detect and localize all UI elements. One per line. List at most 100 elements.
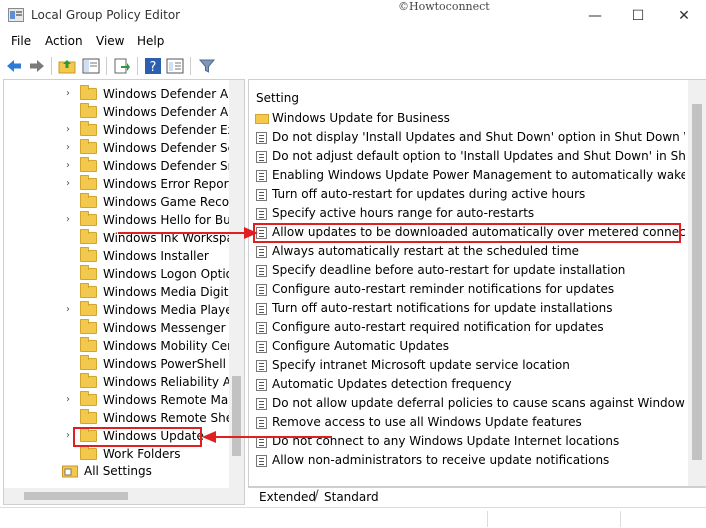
setting-row[interactable]: Configure auto-restart required notifica… bbox=[249, 318, 685, 337]
back-arrow-icon[interactable] bbox=[5, 57, 23, 75]
folder-icon bbox=[80, 301, 97, 316]
chevron-right-icon[interactable]: › bbox=[66, 160, 76, 172]
tree-item[interactable]: Windows PowerShell bbox=[4, 355, 230, 373]
setting-column-header[interactable]: Setting bbox=[256, 91, 299, 105]
filter-icon[interactable] bbox=[198, 57, 216, 75]
properties-icon[interactable] bbox=[166, 57, 184, 75]
tree-label: Windows Mobility Cent bbox=[103, 339, 240, 353]
setting-row[interactable]: Do not display 'Install Updates and Shut… bbox=[249, 128, 685, 147]
tree-item[interactable]: Windows Remote Shell bbox=[4, 409, 240, 427]
tree-item[interactable]: Windows Messenger bbox=[4, 319, 230, 337]
svg-text:?: ? bbox=[150, 60, 157, 75]
tab-standard[interactable]: Standard bbox=[324, 490, 379, 504]
state-column-text: N bbox=[684, 396, 685, 410]
all-settings-icon bbox=[62, 465, 78, 478]
setting-row[interactable]: Automatic Updates detection frequency N bbox=[249, 375, 685, 394]
status-separator bbox=[620, 511, 621, 527]
tree-item[interactable]: › Windows Media Player bbox=[4, 301, 238, 319]
tree-hscroll-thumb[interactable] bbox=[24, 492, 128, 500]
state-column-text: N bbox=[684, 358, 685, 372]
tree-label: Windows PowerShell bbox=[103, 357, 226, 371]
setting-row[interactable]: Always automatically restart at the sche… bbox=[249, 242, 685, 261]
tree-item[interactable]: › Windows Defender Sec bbox=[4, 139, 242, 157]
setting-row[interactable]: Allow non-administrators to receive upda… bbox=[249, 451, 685, 470]
setting-row[interactable]: Do not adjust default option to 'Install… bbox=[249, 147, 685, 166]
policy-setting-icon bbox=[256, 265, 267, 277]
tree-label: Windows Game Record bbox=[103, 195, 242, 209]
maximize-button[interactable]: ☐ bbox=[628, 6, 648, 26]
setting-label: Turn off auto-restart for updates during… bbox=[272, 187, 586, 201]
settings-folder-row[interactable]: Windows Update for Business bbox=[249, 109, 685, 128]
folder-icon bbox=[80, 103, 97, 118]
chevron-right-icon[interactable]: › bbox=[66, 124, 76, 136]
tree-item[interactable]: Work Folders bbox=[4, 445, 230, 463]
tree-scrollbar-thumb[interactable] bbox=[232, 376, 241, 456]
chevron-right-icon[interactable]: › bbox=[66, 178, 76, 190]
policy-setting-icon bbox=[256, 170, 267, 182]
menu-view[interactable]: View bbox=[96, 34, 124, 48]
setting-row[interactable]: Do not allow update deferral policies to… bbox=[249, 394, 685, 413]
setting-row[interactable]: Specify intranet Microsoft update servic… bbox=[249, 356, 685, 375]
title-bar: Local Group Policy Editor ©Howtoconnect … bbox=[0, 0, 706, 32]
setting-row[interactable]: Configure Automatic Updates N bbox=[249, 337, 685, 356]
policy-setting-icon bbox=[256, 189, 267, 201]
folder-icon bbox=[80, 175, 97, 190]
chevron-right-icon[interactable]: › bbox=[66, 394, 76, 406]
status-bar bbox=[0, 507, 706, 528]
chevron-right-icon[interactable]: › bbox=[66, 88, 76, 100]
state-column-text: N bbox=[684, 282, 685, 296]
forward-arrow-icon[interactable] bbox=[28, 57, 46, 75]
tree-item[interactable]: › Windows Defender Exp bbox=[4, 121, 242, 139]
setting-row[interactable]: Enabling Windows Update Power Management… bbox=[249, 166, 685, 185]
tree-item[interactable]: Windows Game Record bbox=[4, 193, 241, 211]
up-folder-icon[interactable] bbox=[58, 57, 76, 75]
tab-divider: / bbox=[314, 488, 319, 504]
setting-row[interactable]: Configure auto-restart reminder notifica… bbox=[249, 280, 685, 299]
setting-row[interactable]: Turn off auto-restart for updates during… bbox=[249, 185, 685, 204]
chevron-right-icon[interactable]: › bbox=[66, 304, 76, 316]
tree-label: All Settings bbox=[84, 464, 152, 478]
close-button[interactable]: ✕ bbox=[674, 6, 694, 26]
tree-label: Windows Messenger bbox=[103, 321, 226, 335]
state-column-text: N bbox=[684, 301, 685, 315]
setting-row[interactable]: Turn off auto-restart notifications for … bbox=[249, 299, 685, 318]
tab-extended[interactable]: Extended bbox=[259, 490, 316, 504]
tree-item[interactable]: Windows Logon Option bbox=[4, 265, 241, 283]
export-list-icon[interactable] bbox=[113, 57, 131, 75]
tree-label: Windows Installer bbox=[103, 249, 209, 263]
state-column-text: N bbox=[684, 168, 685, 182]
state-column-text: N bbox=[684, 149, 685, 163]
tree-item[interactable]: Windows Media Digital bbox=[4, 283, 239, 301]
settings-pane: Setting Windows Update for Business Do n… bbox=[248, 79, 706, 487]
show-hide-tree-icon[interactable] bbox=[82, 57, 100, 75]
tree-item[interactable]: › Windows Remote Mana bbox=[4, 391, 243, 409]
tree-label: Windows Defender Ant bbox=[103, 87, 241, 101]
tree-item[interactable]: › Windows Error Reportin bbox=[4, 175, 244, 193]
state-column-text: N bbox=[684, 453, 685, 467]
settings-scrollbar-thumb[interactable] bbox=[692, 104, 702, 460]
menu-file[interactable]: File bbox=[11, 34, 31, 48]
folder-icon bbox=[80, 391, 97, 406]
tree-item[interactable]: Windows Mobility Cent bbox=[4, 337, 239, 355]
policy-setting-icon bbox=[256, 284, 267, 296]
policy-setting-icon bbox=[256, 322, 267, 334]
folder-icon bbox=[80, 229, 97, 244]
folder-icon bbox=[80, 355, 97, 370]
tree-item[interactable]: Windows Defender App bbox=[4, 103, 243, 121]
menu-action[interactable]: Action bbox=[45, 34, 83, 48]
minimize-button[interactable]: — bbox=[585, 6, 605, 26]
setting-row[interactable]: Specify deadline before auto-restart for… bbox=[249, 261, 685, 280]
help-icon[interactable]: ? bbox=[144, 57, 162, 75]
tree-item-all-settings[interactable]: All Settings bbox=[4, 462, 230, 480]
chevron-right-icon[interactable]: › bbox=[66, 142, 76, 154]
folder-icon bbox=[80, 409, 97, 424]
tree-item[interactable]: › Windows Defender Sma bbox=[4, 157, 244, 175]
chevron-right-icon[interactable]: › bbox=[66, 214, 76, 226]
setting-row[interactable]: Specify active hours range for auto-rest… bbox=[249, 204, 685, 223]
toolbar-separator bbox=[137, 57, 138, 75]
state-column-text: N bbox=[684, 263, 685, 277]
menu-help[interactable]: Help bbox=[137, 34, 164, 48]
tree-item[interactable]: › Windows Defender Ant bbox=[4, 85, 240, 103]
tree-item[interactable]: Windows Reliability An bbox=[4, 373, 239, 391]
tree-item[interactable]: Windows Installer bbox=[4, 247, 230, 265]
